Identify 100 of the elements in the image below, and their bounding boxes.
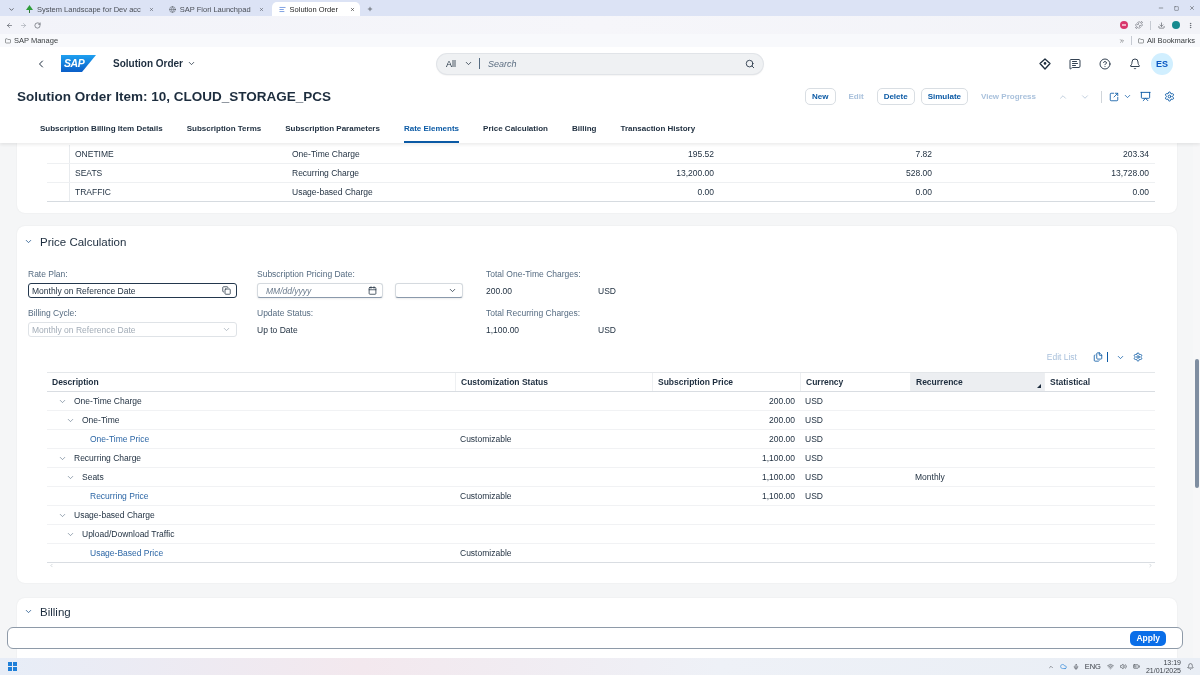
table-cell: 0.00 xyxy=(697,187,714,197)
avatar-icon[interactable] xyxy=(1172,21,1180,29)
chevron-down-icon[interactable] xyxy=(24,607,33,616)
speaker-icon[interactable] xyxy=(1119,663,1127,670)
tab[interactable]: Subscription Parameters xyxy=(285,113,380,143)
puzzle-icon[interactable] xyxy=(1135,21,1143,29)
microphone-icon[interactable] xyxy=(1072,663,1079,670)
page-title: Solution Order Item: 10, CLOUD_STORAGE_PCS xyxy=(17,89,332,104)
table-cell: 13,200.00 xyxy=(676,168,714,178)
documents-icon[interactable] xyxy=(1093,352,1103,362)
scrollbar-thumb[interactable] xyxy=(1195,359,1199,488)
input-field[interactable]: Monthly on Reference Date xyxy=(28,283,237,298)
app-title-menu[interactable]: Solution Order xyxy=(113,58,196,69)
price-link[interactable]: Recurring Price xyxy=(90,491,149,501)
action-button[interactable]: New xyxy=(805,88,836,105)
search-icon[interactable] xyxy=(745,58,755,69)
tab[interactable]: Transaction History xyxy=(620,113,696,143)
tab[interactable]: Subscription Terms xyxy=(186,113,262,143)
table-cell: One-Time Charge xyxy=(74,396,142,406)
close-icon[interactable] xyxy=(148,6,154,12)
currency-code: USD xyxy=(598,285,616,296)
table-cell: 0.00 xyxy=(1132,187,1149,197)
tree-icon xyxy=(26,5,33,13)
cloud-icon[interactable] xyxy=(1059,663,1067,670)
table-cell: USD xyxy=(805,453,823,463)
table-cell: Customizable xyxy=(460,491,512,501)
battery-icon[interactable] xyxy=(1132,663,1140,670)
table-cell: Monthly xyxy=(915,472,945,482)
minimize-icon[interactable] xyxy=(1158,5,1164,11)
settings-icon[interactable] xyxy=(1164,91,1175,102)
back-icon[interactable] xyxy=(6,21,13,29)
close-icon[interactable] xyxy=(1189,5,1195,11)
section-title: Price Calculation xyxy=(40,235,127,248)
table-cell: 200.00 xyxy=(769,396,795,406)
field-label: Billing Cycle: xyxy=(28,308,78,318)
message-icon[interactable] xyxy=(1069,57,1081,70)
download-icon[interactable] xyxy=(1158,21,1165,29)
close-icon[interactable] xyxy=(349,6,355,12)
table-cell: 1,100.00 xyxy=(761,453,795,463)
diamond-icon[interactable] xyxy=(1039,57,1051,70)
calendar-icon[interactable] xyxy=(368,286,377,295)
table-cell: USD xyxy=(805,472,823,482)
table-cell: 200.00 xyxy=(769,434,795,444)
field-label: Total Recurring Charges: xyxy=(486,308,581,318)
action-button[interactable]: Simulate xyxy=(920,88,968,105)
table-cell: USD xyxy=(805,491,823,501)
price-link[interactable]: Usage-Based Price xyxy=(90,548,164,558)
action-button[interactable]: Delete xyxy=(876,88,915,105)
field-value: 200.00 xyxy=(486,285,513,296)
scope-select[interactable]: All xyxy=(446,58,473,69)
dropdown-field[interactable] xyxy=(395,283,463,298)
table-cell: USD xyxy=(805,415,823,425)
field-value: Up to Date xyxy=(257,324,298,335)
table-cell: 203.34 xyxy=(1123,149,1149,159)
chevron-down-icon[interactable] xyxy=(448,286,457,295)
caret-icon[interactable] xyxy=(1123,92,1132,101)
search-input[interactable]: Search xyxy=(488,58,745,69)
logo[interactable]: SAP xyxy=(61,55,96,72)
share-icon[interactable] xyxy=(1109,91,1119,102)
tab[interactable]: Price Calculation xyxy=(483,113,548,143)
table-cell: Customizable xyxy=(460,434,512,444)
table-cell: Upload/Download Traffic xyxy=(82,529,175,539)
plus-icon[interactable] xyxy=(366,6,373,12)
table-cell: Usage-based Charge xyxy=(74,510,155,520)
table-cell: One-Time Charge xyxy=(292,149,360,159)
folder-icon xyxy=(1138,37,1145,44)
table-cell: 1,100.00 xyxy=(761,472,795,482)
tab[interactable]: Subscription Billing Item Details xyxy=(40,113,163,143)
table-cell: Seats xyxy=(82,472,104,482)
help-icon[interactable] xyxy=(1099,57,1111,70)
column-header[interactable]: Recurrence xyxy=(910,373,1044,391)
apply-button[interactable]: Apply xyxy=(1130,630,1166,646)
table-cell: USD xyxy=(805,396,823,406)
grid-icon[interactable] xyxy=(8,662,17,671)
tab-list-icon[interactable] xyxy=(8,5,15,13)
table-cell: ONETIME xyxy=(75,149,114,159)
chevron-down-icon xyxy=(222,325,231,334)
search-bar[interactable]: All Search xyxy=(437,53,763,74)
caret-icon xyxy=(187,59,196,68)
field-label: Total One-Time Charges: xyxy=(486,269,582,279)
date-field[interactable]: MM/dd/yyyy xyxy=(257,283,383,298)
maximize-icon[interactable] xyxy=(1174,5,1179,11)
presentation-icon[interactable] xyxy=(1140,91,1151,102)
bell-icon[interactable] xyxy=(1129,57,1141,70)
reload-icon[interactable] xyxy=(34,21,41,29)
close-icon[interactable] xyxy=(258,6,264,12)
settings-icon[interactable] xyxy=(1133,352,1143,362)
wifi-icon[interactable] xyxy=(1106,663,1114,670)
copy-icon[interactable] xyxy=(222,286,231,295)
table-cell: 200.00 xyxy=(769,415,795,425)
chevron-up-icon[interactable] xyxy=(1047,663,1054,670)
no-entry-icon[interactable] xyxy=(1120,21,1128,29)
chevrons-right-icon[interactable] xyxy=(1119,37,1126,44)
user-avatar[interactable]: ES xyxy=(1151,52,1173,75)
forward-icon[interactable] xyxy=(20,21,27,29)
tab[interactable]: Billing xyxy=(572,113,597,143)
chevron-down-icon[interactable] xyxy=(24,237,33,246)
table-cell: 528.00 xyxy=(906,168,932,178)
table-cell: One-Time xyxy=(82,415,120,425)
price-link[interactable]: One-Time Price xyxy=(90,434,150,444)
